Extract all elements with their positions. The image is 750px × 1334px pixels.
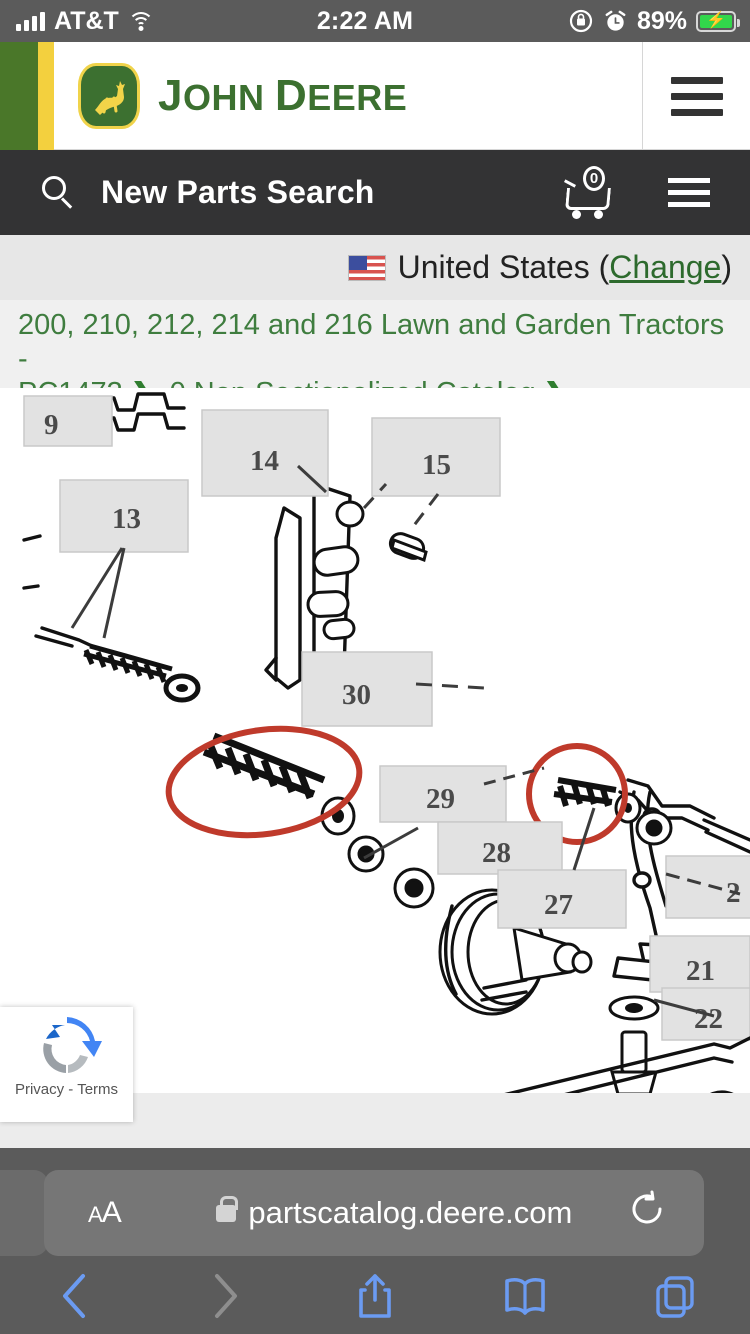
wifi-icon — [127, 11, 154, 31]
rotation-lock-icon — [569, 9, 593, 33]
cart-count-badge: 0 — [583, 165, 605, 191]
callout-27-c: 27 — [544, 889, 573, 921]
callout-box-9 — [23, 395, 113, 447]
callout-22: 22 — [694, 1003, 723, 1035]
reload-icon[interactable] — [628, 1190, 666, 1237]
brand-d: D — [274, 70, 308, 120]
site-header: JOHN DEERE — [0, 42, 750, 150]
url-text: partscatalog.deere.com — [248, 1195, 573, 1230]
country-paren: ) — [721, 249, 732, 285]
share-icon — [359, 1274, 391, 1318]
callout-21: 21 — [686, 955, 715, 987]
brand-ohn: OHN — [182, 76, 275, 118]
change-country-link[interactable]: Change — [609, 249, 721, 285]
share-button[interactable] — [300, 1270, 450, 1322]
recaptcha-sep: - — [68, 1081, 74, 1098]
navbar-actions: 0 — [563, 165, 750, 219]
status-bar-clock: 2:22 AM — [316, 6, 414, 35]
back-button[interactable] — [0, 1270, 150, 1322]
brand-j: J — [158, 70, 183, 120]
back-chevron-icon — [63, 1274, 85, 1318]
leaping-deer-icon — [78, 62, 140, 129]
callout-30: 30 — [342, 679, 371, 711]
recaptcha-icon — [32, 1017, 102, 1079]
callout-14: 14 — [250, 445, 279, 477]
john-deere-logo[interactable]: JOHN DEERE — [78, 62, 407, 129]
url-bar[interactable]: AA partscatalog.deere.com — [44, 1170, 704, 1256]
tabs-icon — [656, 1276, 694, 1318]
safari-bottom-bar: AA partscatalog.deere.com — [0, 1148, 750, 1334]
breadcrumb-line-1[interactable]: 200, 210, 212, 214 and 216 Lawn and Gard… — [18, 308, 734, 376]
nav-hamburger-menu-icon[interactable] — [668, 178, 710, 207]
recaptcha-privacy-link[interactable]: Privacy — [15, 1081, 64, 1098]
recaptcha-badge[interactable]: Privacy - Terms — [0, 1007, 133, 1122]
ios-status-bar: AT&T 2:22 AM 89% ⚡ — [0, 0, 750, 42]
callout-29: 29 — [426, 783, 455, 815]
nav-title[interactable]: New Parts Search — [101, 174, 375, 211]
signal-bars-icon — [16, 11, 45, 31]
callout-15: 15 — [422, 449, 451, 481]
alarm-clock-icon — [605, 10, 626, 31]
bookmarks-button[interactable] — [450, 1272, 600, 1320]
lock-icon — [216, 1195, 239, 1222]
shopping-cart-icon[interactable]: 0 — [563, 165, 612, 219]
status-bar-right: 89% ⚡ — [460, 7, 750, 36]
bookmarks-book-icon — [505, 1277, 545, 1315]
battery-percent-label: 89% — [636, 6, 687, 35]
breadcrumb-catalog-title[interactable]: 200, 210, 212, 214 and 216 Lawn and Gard… — [18, 309, 724, 375]
callout-9: 9 — [44, 409, 59, 441]
brand-stripe-green — [0, 42, 38, 150]
safari-toolbar — [0, 1258, 750, 1334]
country-name: United States ( — [397, 249, 610, 285]
parts-search-navbar: New Parts Search 0 — [0, 150, 750, 235]
recaptcha-privacy-terms: Privacy - Terms — [0, 1081, 133, 1098]
forward-chevron-icon — [215, 1274, 237, 1318]
status-bar-left: AT&T — [0, 7, 270, 36]
country-selector-bar: United States (Change) — [0, 235, 750, 300]
recaptcha-terms-link[interactable]: Terms — [77, 1081, 118, 1098]
text-size-button[interactable]: AA — [88, 1196, 122, 1230]
tabs-button[interactable] — [600, 1272, 750, 1320]
forward-button[interactable] — [150, 1270, 300, 1322]
brand-wordmark: JOHN DEERE — [158, 71, 407, 121]
country-label: United States (Change) — [398, 249, 732, 286]
brand-eere: EERE — [307, 76, 408, 118]
callout-28: 28 — [482, 837, 511, 869]
callout-13: 13 — [112, 503, 141, 535]
url-display: partscatalog.deere.com — [216, 1195, 572, 1231]
search-icon[interactable] — [42, 175, 76, 210]
brand-stripe-yellow — [38, 42, 54, 150]
battery-charging-icon: ⚡ — [696, 10, 740, 32]
phone-screen: AT&T 2:22 AM 89% ⚡ JOHN DEERE New Parts … — [0, 0, 750, 1334]
us-flag-icon — [347, 254, 386, 281]
breadcrumb: 200, 210, 212, 214 and 216 Lawn and Gard… — [0, 300, 750, 409]
header-hamburger-menu-icon[interactable] — [642, 42, 750, 150]
carrier-label: AT&T — [54, 6, 119, 35]
url-bar-side-peek — [0, 1170, 48, 1256]
